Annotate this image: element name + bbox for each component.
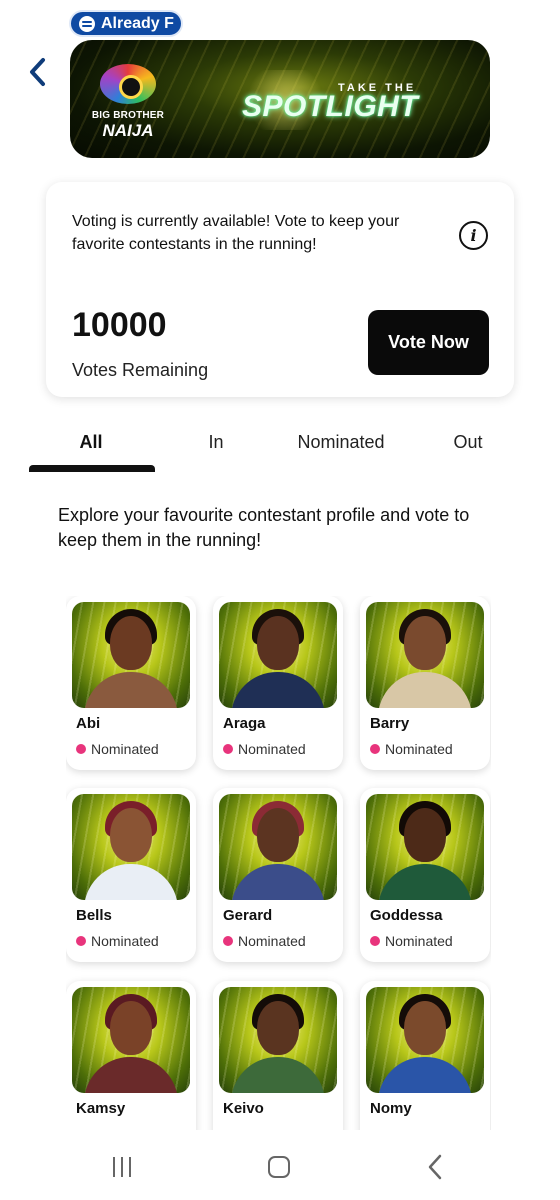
contestant-card[interactable]: Bells Nominated: [66, 788, 196, 962]
contestant-name: Gerard: [223, 907, 273, 924]
home-icon[interactable]: [257, 1152, 301, 1182]
contestant-status: Nominated: [76, 933, 190, 949]
contestant-name: Barry: [370, 715, 410, 732]
contestant-card[interactable]: Abi Nominated: [66, 596, 196, 770]
votes-remaining-count: 10000: [72, 306, 167, 344]
contestant-card[interactable]: Nomy: [360, 981, 490, 1130]
contestant-card[interactable]: Barry Nominated: [360, 596, 490, 770]
contestant-photo: [219, 602, 337, 708]
logo-line2: NAIJA: [102, 121, 154, 140]
contestant-card[interactable]: Gerard Nominated: [213, 788, 343, 962]
status-pill-label: Already F: [101, 14, 174, 32]
tab-nominated[interactable]: Nominated: [276, 432, 406, 453]
status-dot-icon: [223, 744, 233, 754]
banner-tagline-big: SPOTLIGHT: [242, 90, 419, 123]
contestant-status-label: Nominated: [91, 741, 159, 757]
status-dot-icon: [370, 936, 380, 946]
explore-description: Explore your favourite contestant profil…: [58, 505, 470, 550]
contestant-photo: [72, 987, 190, 1093]
filter-tabs: All In Nominated Out: [28, 418, 532, 474]
contestant-name: Abi: [76, 715, 101, 732]
back-button[interactable]: [24, 56, 52, 88]
contestant-status-label: Nominated: [385, 933, 453, 949]
contestant-status-label: Nominated: [385, 741, 453, 757]
contestant-photo: [219, 987, 337, 1093]
chevron-left-icon: [30, 58, 45, 86]
contestant-status-label: Nominated: [91, 933, 159, 949]
eye-logo-icon: [100, 64, 156, 104]
contestant-status-label: Nominated: [238, 933, 306, 949]
contestant-grid: Abi Nominated Araga Nominated Barry Nominated…: [66, 596, 491, 1130]
contestant-card[interactable]: Keivo: [213, 981, 343, 1130]
bbnaija-logo: BIG BROTHER NAIJA: [90, 60, 166, 146]
contestant-status: Nominated: [76, 741, 190, 757]
back-icon[interactable]: [413, 1152, 457, 1182]
tab-in[interactable]: In: [164, 432, 268, 453]
contestant-name: Goddessa: [370, 907, 443, 924]
contestant-photo: [366, 987, 484, 1093]
spotify-status-pill[interactable]: Already F: [69, 10, 183, 37]
system-nav-bar: [0, 1130, 560, 1200]
status-dot-icon: [76, 744, 86, 754]
votes-remaining-label: Votes Remaining: [72, 360, 209, 380]
contestant-status: Nominated: [223, 741, 337, 757]
contestant-status: Nominated: [370, 741, 484, 757]
status-dot-icon: [223, 936, 233, 946]
recents-icon[interactable]: [100, 1152, 144, 1182]
contestant-photo: [366, 602, 484, 708]
spotlight-banner[interactable]: BIG BROTHER NAIJA TAKE THE SPOTLIGHT: [70, 40, 490, 158]
contestant-photo: [366, 794, 484, 900]
contestant-status: Nominated: [370, 933, 484, 949]
vote-now-button[interactable]: Vote Now: [368, 310, 489, 375]
contestant-name: Araga: [223, 715, 266, 732]
contestant-photo: [72, 602, 190, 708]
contestant-card[interactable]: Kamsy: [66, 981, 196, 1130]
contestant-name: Nomy: [370, 1100, 412, 1117]
contestant-card[interactable]: Araga Nominated: [213, 596, 343, 770]
logo-line1: BIG BROTHER: [91, 110, 165, 121]
contestant-name: Bells: [76, 907, 112, 924]
voting-card: Voting is currently available! Vote to k…: [46, 182, 514, 397]
contestant-name: Keivo: [223, 1100, 264, 1117]
tab-out[interactable]: Out: [412, 432, 524, 453]
tab-all[interactable]: All: [28, 432, 154, 453]
status-dot-icon: [76, 936, 86, 946]
contestant-photo: [72, 794, 190, 900]
contestant-status: Nominated: [223, 933, 337, 949]
voting-message: Voting is currently available! Vote to k…: [72, 213, 400, 253]
contestant-card[interactable]: Goddessa Nominated: [360, 788, 490, 962]
active-tab-indicator: [29, 465, 155, 472]
contestant-name: Kamsy: [76, 1100, 126, 1117]
contestant-photo: [219, 794, 337, 900]
spotify-icon: [79, 15, 95, 32]
contestant-status-label: Nominated: [238, 741, 306, 757]
status-dot-icon: [370, 744, 380, 754]
info-icon[interactable]: i: [459, 221, 488, 250]
